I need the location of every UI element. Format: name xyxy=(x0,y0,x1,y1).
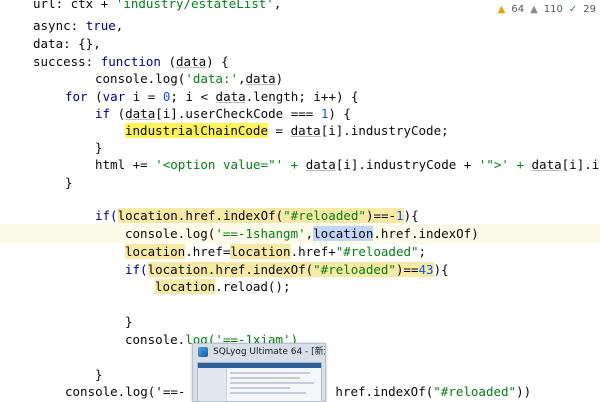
code-line-11: } xyxy=(65,175,73,190)
taskbar-thumbnail-preview[interactable]: SQLyog Ultimate 64 - [新连... xyxy=(192,343,326,402)
code-line-5: console.log('data:',data) xyxy=(95,71,284,86)
code-editor[interactable]: url: ctx + 'industry/estateList', async:… xyxy=(0,0,600,400)
highlighted-identifier: industrialChainCode xyxy=(125,123,268,138)
code-line-13: console.log('==-1shangm',location.href.i… xyxy=(125,226,479,241)
weak-warning-count: 110 xyxy=(543,4,563,15)
code-line-2: async: true, xyxy=(33,18,124,33)
ok-count: 29 xyxy=(583,4,596,15)
code-line-1: url: ctx + 'industry/estateList', xyxy=(33,0,282,11)
sqlyog-app-icon xyxy=(198,347,208,357)
warning-icon: ▲ xyxy=(497,4,506,15)
code-line-12: if(location.href.indexOf("#reloaded")==-… xyxy=(95,208,419,223)
inspection-widget[interactable]: ▲ 64 ▲ 110 ✓ 29 xyxy=(497,4,596,15)
check-icon: ✓ xyxy=(568,4,578,15)
code-line-14: location.href=location.href+"#reloaded"; xyxy=(125,244,427,259)
weak-warning-icon: ▲ xyxy=(530,4,538,15)
warning-count: 64 xyxy=(511,4,525,15)
window-preview-image xyxy=(197,362,322,401)
code-line-8: industrialChainCode = data[i].industryCo… xyxy=(125,123,449,138)
code-line-17: } xyxy=(125,314,133,329)
code-line-3: data: {}, xyxy=(33,36,101,51)
code-line-16: location.reload(); xyxy=(155,279,291,294)
thumbnail-title: SQLyog Ultimate 64 - [新连... xyxy=(193,344,325,360)
code-line-10: html += '<option value="' + data[i].indu… xyxy=(95,157,600,172)
